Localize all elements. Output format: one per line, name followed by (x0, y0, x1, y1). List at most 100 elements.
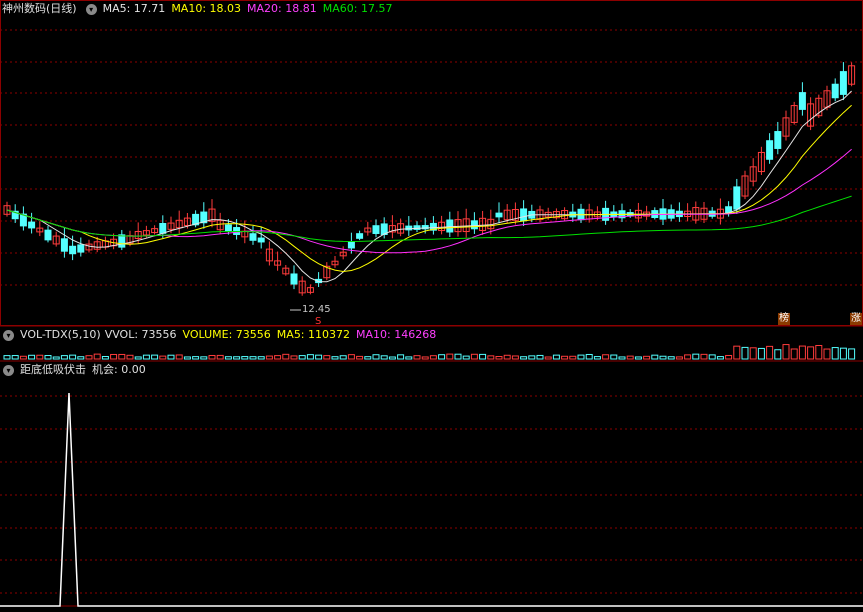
volume-bar (356, 355, 364, 360)
vol-ma10-value: MA10: 146268 (356, 328, 437, 341)
chevron-down-icon[interactable]: ▾ (3, 329, 14, 341)
volume-panel-header: ▾ VOL-TDX(5,10) VVOL: 73556 VOLUME: 7355… (0, 327, 442, 343)
volume-bar (69, 354, 77, 360)
volume-bar (77, 356, 85, 360)
candle-down (60, 238, 68, 252)
volume-bar (569, 355, 577, 360)
volume-bar (3, 355, 11, 360)
volume-bar (454, 353, 462, 360)
candle-down (257, 237, 265, 243)
volume-bar (200, 356, 208, 360)
stock-title: 神州数码(日线) (2, 2, 77, 15)
chevron-down-icon[interactable]: ▾ (3, 364, 14, 376)
volume-bar (339, 355, 347, 360)
volume-bar (126, 354, 134, 360)
ma5-line (6, 90, 852, 283)
volume-bar (552, 354, 560, 360)
ma60-line (6, 195, 852, 243)
volume-bar (716, 356, 724, 360)
volume-bar (536, 354, 544, 360)
volume-bar (479, 353, 487, 360)
volume-bar (667, 356, 675, 360)
volume-bar (323, 355, 331, 360)
volume-bar (725, 354, 733, 360)
volume-bar (520, 356, 528, 360)
volume-bar (11, 355, 19, 360)
volume-bar (774, 349, 782, 360)
volume-bar (257, 356, 265, 360)
signal-indicator-value: 机会: 0.00 (92, 363, 146, 376)
ma20-value: MA20: 18.81 (247, 2, 317, 15)
main-panel-border (0, 0, 863, 326)
volume-bar (429, 355, 437, 360)
volume-bar (36, 354, 44, 360)
volume-bar (372, 354, 380, 360)
volume-bar (85, 355, 93, 360)
vvol-value: VVOL: 73556 (104, 328, 177, 341)
volume-bar (241, 356, 249, 360)
candle-down (733, 186, 741, 210)
volume-bar (421, 356, 429, 360)
volume-bar (602, 354, 610, 360)
volume-bar (634, 356, 642, 360)
candle-down (159, 222, 167, 234)
volume-bar (405, 356, 413, 360)
candle-down (356, 233, 364, 239)
ranking-badge[interactable]: 榜 (778, 313, 790, 325)
volume-bar (585, 353, 593, 360)
volume-bar (413, 355, 421, 360)
volume-bar (282, 353, 290, 360)
volume-bar (733, 345, 741, 360)
volume-bar (298, 355, 306, 360)
volume-bar (216, 354, 224, 360)
candle-down (77, 244, 85, 253)
volume-bar (159, 355, 167, 360)
volume-bar (684, 354, 692, 360)
volume-bar (757, 347, 765, 360)
volume-bar (692, 353, 700, 360)
candlesticks (3, 62, 856, 296)
candle-down (69, 245, 77, 255)
volume-bar (790, 348, 798, 360)
candle-down (520, 208, 528, 222)
volume-bar (175, 354, 183, 360)
volume-bar (741, 346, 749, 360)
volume-bar (782, 344, 790, 360)
volume-bar (438, 354, 446, 360)
candle-down (290, 273, 298, 285)
volume-bar (561, 355, 569, 360)
low-price-label: 12.45 (302, 304, 331, 315)
candle-down (224, 224, 232, 232)
volume-bars (3, 344, 856, 360)
volume-bar (528, 355, 536, 360)
volume-bar (766, 345, 774, 360)
volume-bar (19, 355, 27, 360)
volume-bar (511, 355, 519, 360)
chevron-down-icon[interactable]: ▾ (85, 3, 97, 15)
volume-bar (118, 353, 126, 360)
volume-bar (388, 356, 396, 360)
candle-down (44, 229, 52, 241)
volume-bar (110, 353, 118, 360)
candle-down (249, 233, 257, 241)
signal-flag: S (315, 316, 322, 327)
volume-bar (306, 354, 314, 360)
ma20-line (6, 148, 852, 254)
chart-canvas[interactable] (0, 0, 863, 612)
candle-down (446, 219, 454, 233)
volume-bar (708, 354, 716, 360)
volume-bar (397, 354, 405, 360)
volume-bar (798, 345, 806, 360)
limit-up-badge[interactable]: 涨 (850, 313, 862, 325)
candle-down (470, 220, 478, 230)
volume-bar (192, 356, 200, 360)
volume-bar (807, 346, 815, 360)
volume-bar (610, 354, 618, 360)
volume-indicator-name: VOL-TDX(5,10) (20, 328, 101, 341)
volume-bar (848, 348, 856, 360)
signal-indicator-name: 距底低吸伏击 (20, 363, 86, 376)
moving-average-lines (6, 90, 852, 283)
candle-down (766, 140, 774, 160)
volume-bar (831, 347, 839, 360)
main-panel-header: 神州数码(日线) ▾ MA5: 17.71 MA10: 18.03 MA20: … (0, 1, 398, 17)
